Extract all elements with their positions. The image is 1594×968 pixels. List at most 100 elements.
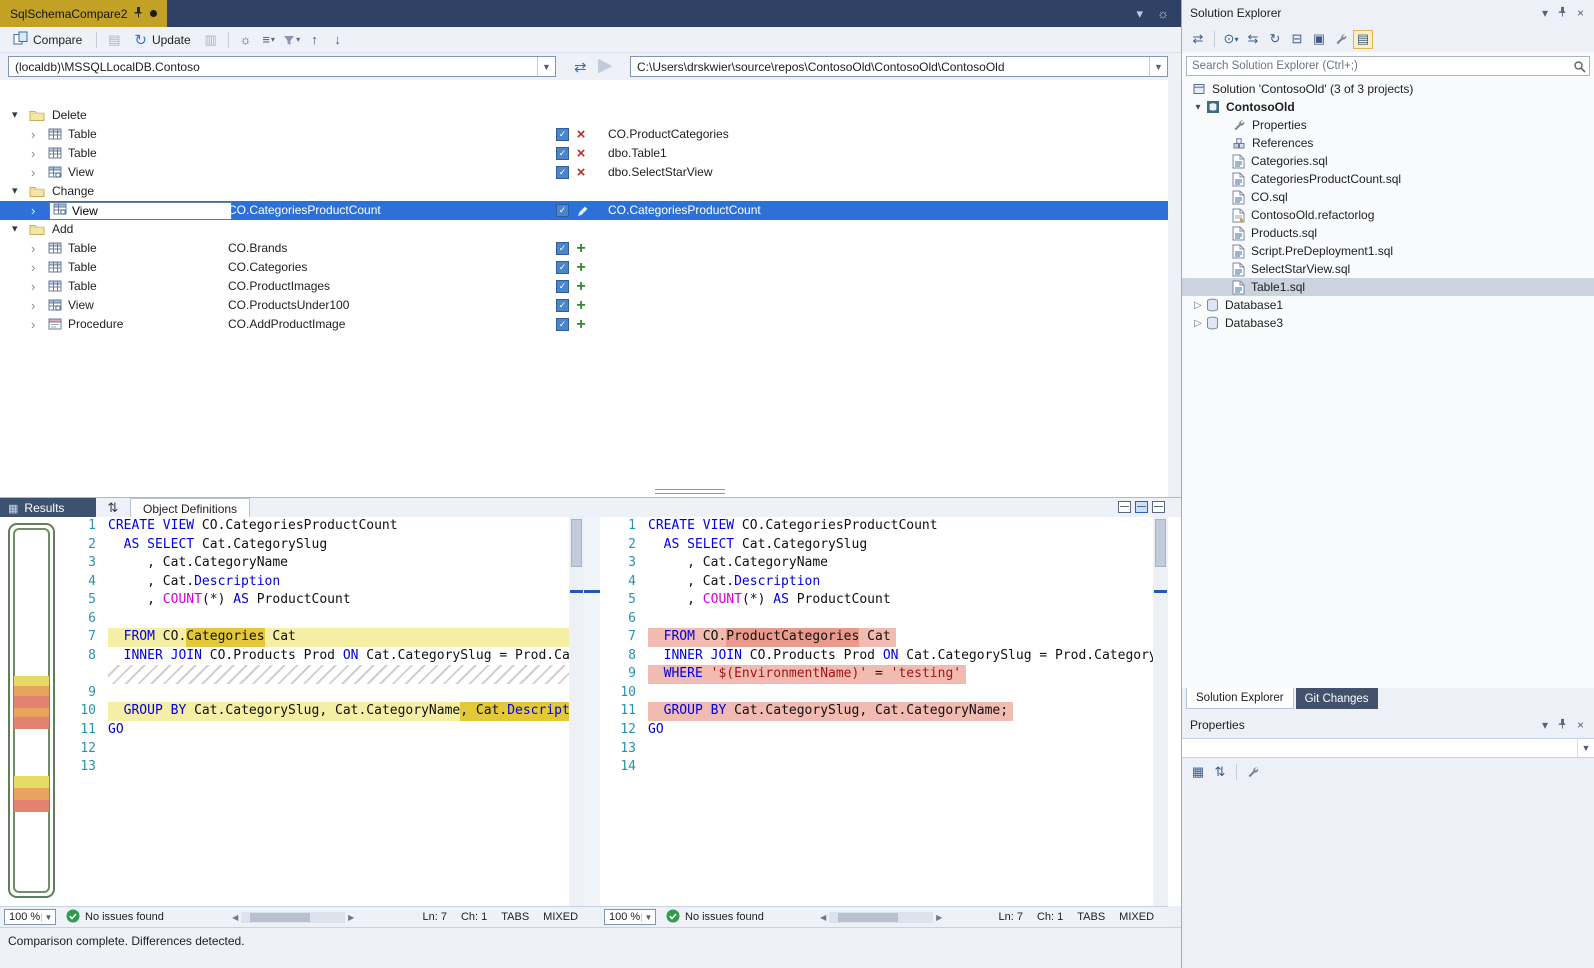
chevron-expanded-icon[interactable]: ▾ [12,220,18,239]
code-line[interactable]: 7 FROM CO.ProductCategories Cat [600,628,1153,647]
scroll-left-icon[interactable]: ◀ [229,913,241,922]
group-by-icon[interactable]: ≡▾ [259,30,279,50]
close-icon[interactable]: × [1577,6,1584,20]
chevron-collapsed-icon[interactable]: › [31,296,35,315]
zoom-combo[interactable]: 100 % ▼ [604,909,656,925]
alphabetical-icon[interactable]: ⇅ [1210,763,1230,782]
code-line[interactable]: 1CREATE VIEW CO.CategoriesProductCount [60,517,569,536]
include-checkbox[interactable]: ✓ [556,242,569,255]
code-line[interactable]: 12GO [600,721,1153,740]
vertical-scrollbar[interactable] [1153,517,1168,906]
tree-item-database3[interactable]: ▷Database3 [1182,314,1594,332]
comparison-row[interactable]: ›Table✓×CO.ProductCategories [0,125,1168,144]
split-horizontal-button[interactable] [1118,501,1131,513]
code-line[interactable]: 8 INNER JOIN CO.Products Prod ON Cat.Cat… [600,647,1153,666]
refresh-icon[interactable]: ↻ [1265,30,1285,49]
properties-titlebar[interactable]: Properties ▾ × [1182,712,1594,738]
include-checkbox[interactable]: ✓ [556,128,569,141]
chevron-down-icon[interactable]: ▾ [1542,6,1548,20]
chevron-down-icon[interactable]: ▼ [537,57,555,76]
tree-item-co-sql[interactable]: CO.sql [1182,188,1594,206]
tab-solution-explorer[interactable]: Solution Explorer [1186,688,1294,709]
preview-selected-items-icon[interactable]: ▣ [1309,30,1329,49]
vertical-scrollbar[interactable] [569,517,584,906]
chevron-down-icon[interactable]: ▾ [1137,6,1144,22]
comparison-row[interactable]: ›Table✓×dbo.Table1 [0,144,1168,163]
tree-item-categoriesproductcount-sql[interactable]: CategoriesProductCount.sql [1182,170,1594,188]
update-button[interactable]: ↻Update [127,29,197,51]
code-line[interactable]: 2 AS SELECT Cat.CategorySlug [60,536,569,555]
comparison-row[interactable]: ›TableCO.Categories✓+ [0,258,1168,277]
chevron-down-icon[interactable]: ▾ [1542,718,1548,732]
include-checkbox[interactable]: ✓ [556,166,569,179]
compare-button[interactable]: Compare [6,29,89,50]
collapse-all-icon[interactable]: ⊟ [1287,30,1307,49]
code-line[interactable]: 3 , Cat.CategoryName [60,554,569,573]
tree-item-references[interactable]: References [1182,134,1594,152]
horizontal-scrollbar[interactable]: ◀ ▶ [229,911,357,924]
code-line[interactable]: 4 , Cat.Description [60,573,569,592]
code-line[interactable]: 10 [600,684,1153,703]
scrollbar-thumb[interactable] [838,913,898,922]
code-line[interactable]: 7 FROM CO.Categories Cat [60,628,569,647]
comparison-row[interactable]: ›TableCO.Brands✓+ [0,239,1168,258]
chevron-expanded-icon[interactable]: ▾ [12,106,18,125]
split-vertical-button[interactable] [1135,501,1148,513]
properties-object-combo[interactable]: ▼ [1182,738,1594,758]
code-line[interactable]: 10 GROUP BY Cat.CategorySlug, Cat.Catego… [60,702,569,721]
move-down-icon[interactable]: ↓ [328,30,348,50]
pending-changes-filter-icon[interactable]: ⊙▾ [1221,30,1241,49]
code-line[interactable]: 9 WHERE '$(EnvironmentName)' = 'testing' [600,665,1153,684]
chevron-collapsed-icon[interactable]: › [31,201,35,220]
scrollbar-thumb[interactable] [571,519,582,567]
comparison-row[interactable]: ›ViewCO.CategoriesProductCount✓CO.Catego… [0,201,1168,220]
categorized-icon[interactable]: ▦ [1188,763,1208,782]
include-checkbox[interactable]: ✓ [556,147,569,160]
code-line[interactable]: 4 , Cat.Description [600,573,1153,592]
chevron-down-icon[interactable]: ▼ [1149,57,1167,76]
code-line[interactable]: 14 [600,758,1153,777]
chevron-collapsed-icon[interactable]: › [31,258,35,277]
search-icon[interactable] [1569,60,1589,73]
scrollbar-thumb[interactable] [1155,519,1166,567]
group-row-change[interactable]: ▾Change [0,182,1168,201]
options-gear-icon[interactable]: ☼ [236,30,256,50]
target-definition-pane[interactable]: 1CREATE VIEW CO.CategoriesProductCount2 … [600,517,1168,906]
solution-explorer-titlebar[interactable]: Solution Explorer ▾ × [1182,0,1594,26]
code-line[interactable]: 8 INNER JOIN CO.Products Prod ON Cat.Cat… [60,647,569,666]
search-box[interactable] [1186,56,1590,76]
generate-script-icon[interactable]: ▤ [104,30,124,50]
document-tab[interactable]: SqlSchemaCompare2 [0,0,167,27]
include-checkbox[interactable]: ✓ [556,318,569,331]
gear-icon[interactable]: ☼ [1157,6,1169,21]
scroll-right-icon[interactable]: ▶ [933,913,945,922]
tab-results[interactable]: ▦ Results [0,498,96,518]
tab-git-changes[interactable]: Git Changes [1296,688,1378,709]
scroll-left-icon[interactable]: ◀ [817,913,829,922]
horizontal-scrollbar[interactable]: ◀ ▶ [817,911,945,924]
chevron-collapsed-icon[interactable]: › [31,239,35,258]
search-input[interactable] [1187,60,1569,72]
target-connection-combo[interactable]: C:\Users\drskwier\source\repos\ContosoOl… [630,56,1168,77]
source-connection-combo[interactable]: (localdb)\MSSQLLocalDB.Contoso ▼ [8,56,556,77]
include-checkbox[interactable]: ✓ [556,261,569,274]
code-line[interactable]: 3 , Cat.CategoryName [600,554,1153,573]
tree-item-database1[interactable]: ▷Database1 [1182,296,1594,314]
tree-item-table1-sql[interactable]: Table1.sql [1182,278,1594,296]
chevron-down-icon[interactable]: ▼ [41,913,55,922]
include-checkbox[interactable]: ✓ [556,280,569,293]
code-line[interactable]: 2 AS SELECT Cat.CategorySlug [600,536,1153,555]
code-line[interactable]: 1CREATE VIEW CO.CategoriesProductCount [600,517,1153,536]
sync-with-active-document-icon[interactable]: ⇄ [1188,30,1208,49]
chevron-collapsed-icon[interactable]: › [31,277,35,296]
diff-overview-map[interactable] [8,523,55,898]
code-line[interactable]: 6 [600,610,1153,629]
group-row-add[interactable]: ▾Add [0,220,1168,239]
chevron-collapsed-icon[interactable]: › [31,144,35,163]
tree-item-contosoold-refactorlog[interactable]: ContosoOld.refactorlog [1182,206,1594,224]
code-gap-line[interactable] [60,665,569,684]
code-line[interactable]: 13 [600,740,1153,759]
scrollbar-thumb[interactable] [250,913,310,922]
include-checkbox[interactable]: ✓ [556,299,569,312]
tree-item-selectstarview-sql[interactable]: SelectStarView.sql [1182,260,1594,278]
